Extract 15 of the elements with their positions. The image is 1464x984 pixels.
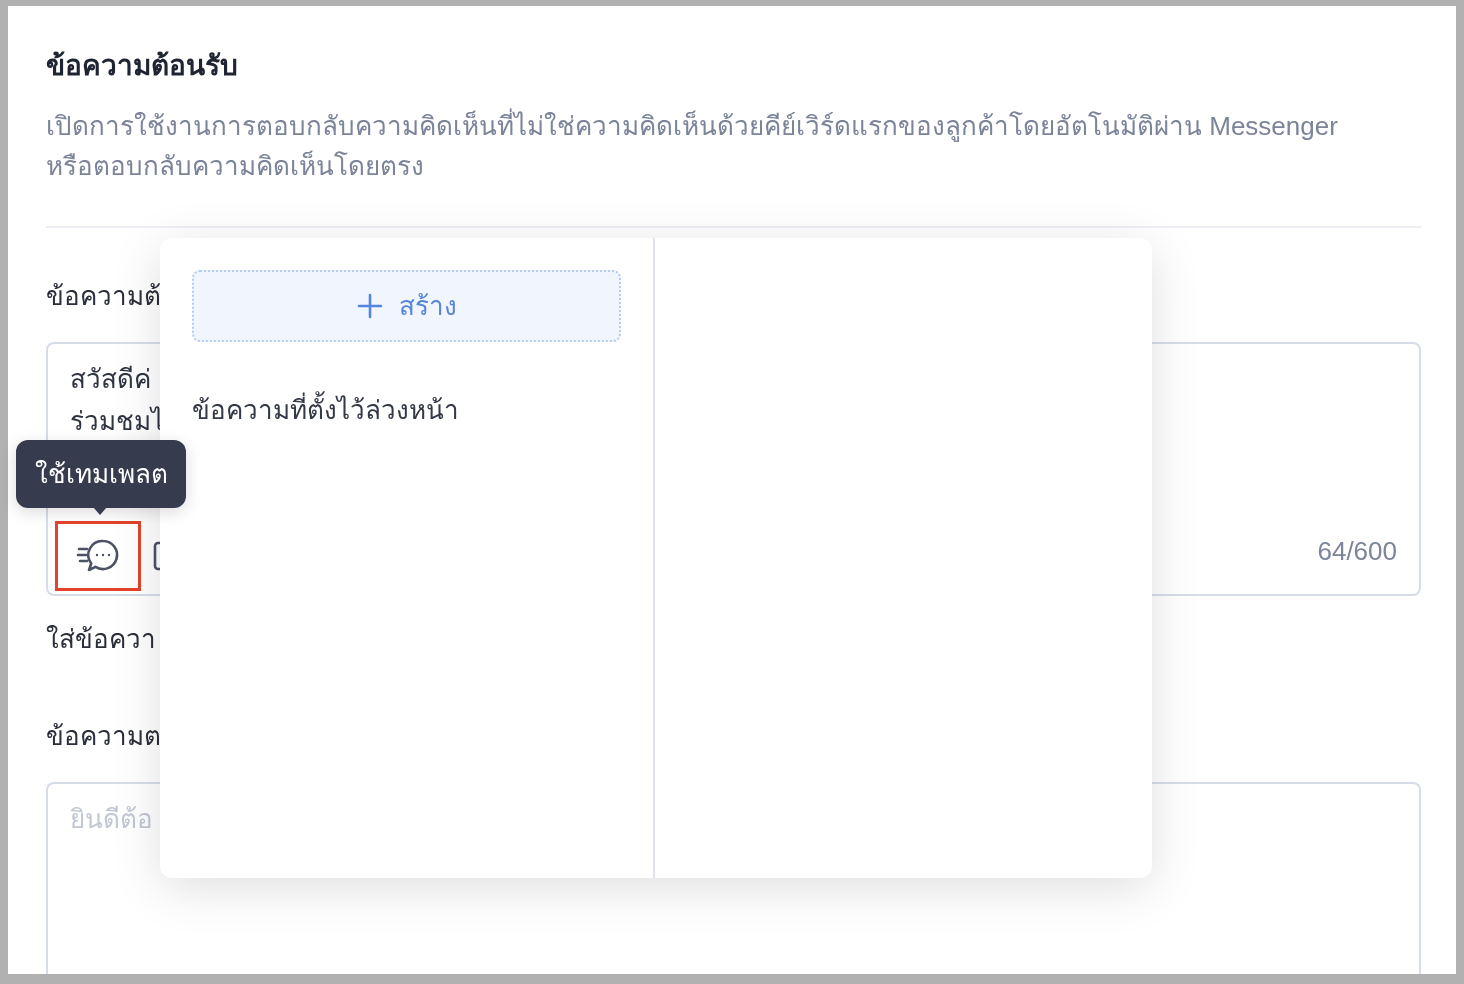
create-button[interactable]: สร้าง [192,270,621,342]
field-hint: ใส่ข้อควา [46,623,156,656]
tooltip-pointer-icon [93,507,107,515]
message-text: สวัสดีค่ ร่วมชมไ [69,363,164,438]
section-description: เปิดการใช้งานการตอบกลับความคิดเห็นที่ไม่ใช่ความคิดเห็นด้วยคีย์เวิร์ดแรกของลูกค้าโดยอัตโนมัติผ่าน Messenger หรือตอบกลับความคิดเห็นโดยตรง [46,106,1366,186]
field-label: ข้อความต้ [46,280,161,313]
placeholder-text: ยินดีต้อ [69,803,153,836]
section-title: ข้อความต้อนรับ [46,49,238,83]
character-counter: 64/600 [1317,535,1397,568]
chat-bubble-icon [76,538,120,574]
tooltip: ใช้เทมเพลต [16,440,186,508]
list-heading: ข้อความที่ตั้งไว้ล่วงหน้า [192,390,459,430]
field-label: ข้อความต [46,720,161,753]
template-button[interactable] [55,521,141,591]
plus-icon [356,293,383,319]
